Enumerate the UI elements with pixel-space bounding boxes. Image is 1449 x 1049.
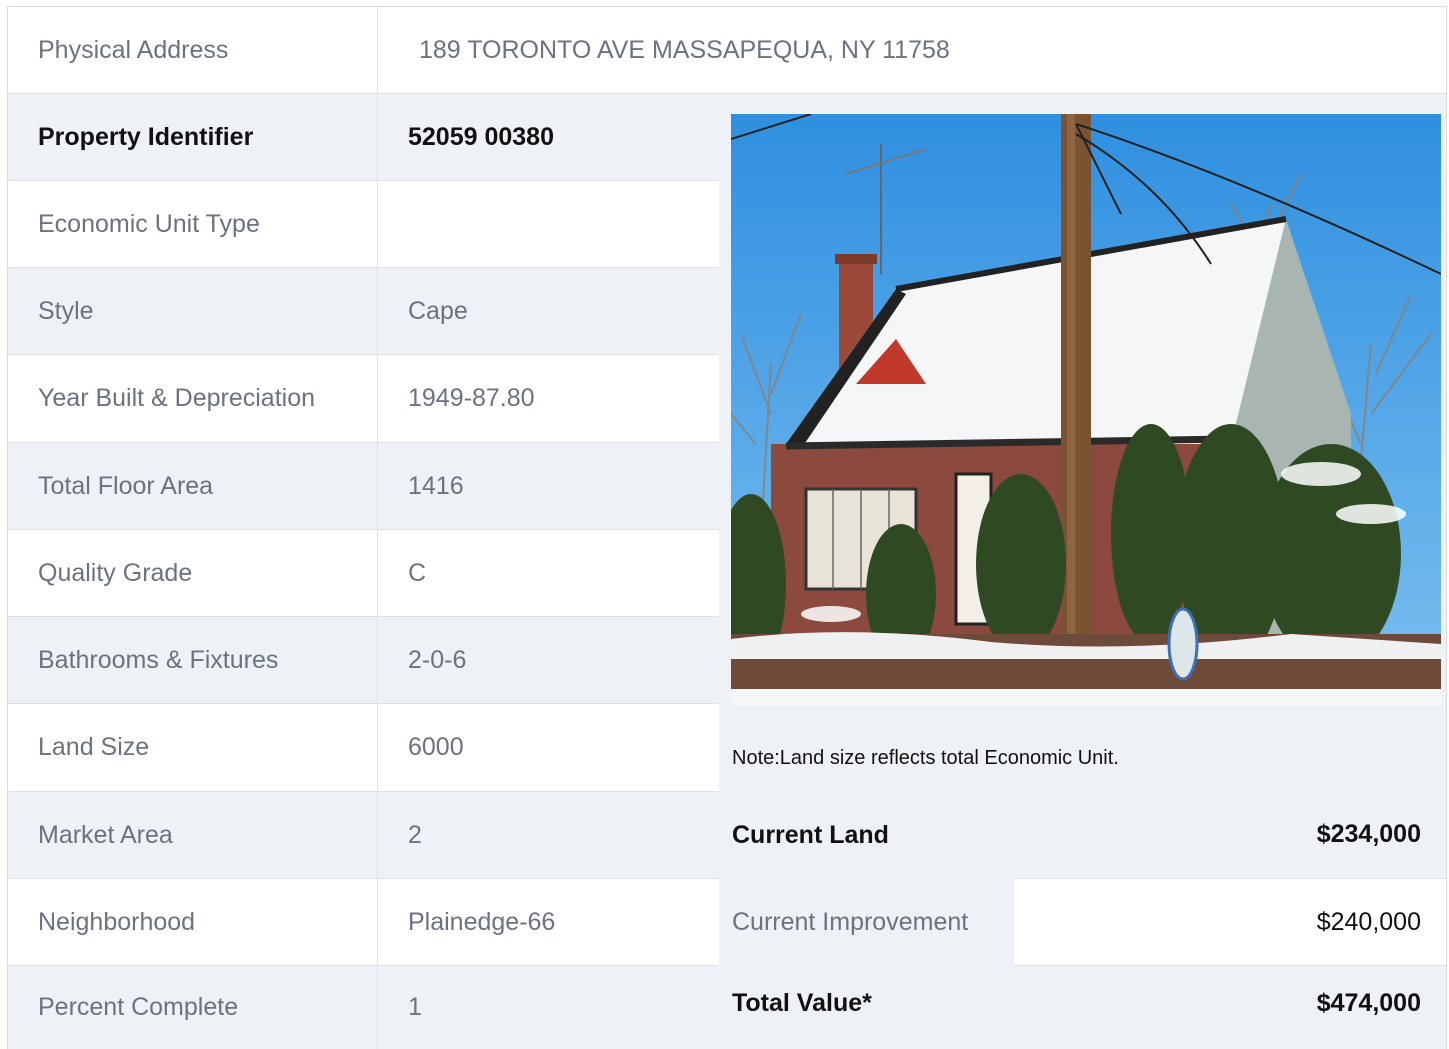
bathrooms-label: Bathrooms & Fixtures [8,617,378,704]
current-improvement-label: Current Improvement [732,908,969,936]
property-identifier-label: Property Identifier [8,94,378,181]
physical-address-label: Physical Address [8,7,378,94]
current-land-label: Current Land [732,820,889,849]
total-floor-area-label: Total Floor Area [8,443,378,530]
percent-complete-label: Percent Complete [8,966,378,1049]
market-area-label: Market Area [8,792,378,879]
total-floor-area-value: 1416 [378,443,719,530]
neighborhood-value: Plainedge-66 [378,879,719,966]
economic-unit-type-label: Economic Unit Type [8,181,378,268]
year-built-value: 1949-87.80 [378,355,719,443]
economic-unit-type-value [378,181,719,268]
year-built-label: Year Built & Depreciation [8,355,378,443]
percent-complete-value: 1 [378,966,719,1049]
property-photo [731,114,1441,706]
quality-grade-value: C [378,530,719,617]
style-label: Style [8,268,378,355]
physical-address-value: 189 TORONTO AVE MASSAPEQUA, NY 11758 [378,7,1446,94]
current-land-value: $234,000 [1014,791,1446,879]
style-value: Cape [378,268,719,355]
property-identifier-value: 52059 00380 [378,94,719,181]
bathrooms-value: 2-0-6 [378,617,719,704]
quality-grade-label: Quality Grade [8,530,378,617]
total-value-value: $474,000 [1316,989,1421,1017]
land-size-note: Note:Land size reflects total Economic U… [732,747,1119,769]
market-area-value: 2 [378,792,719,879]
land-size-value: 6000 [378,704,719,792]
land-size-label: Land Size [8,704,378,792]
total-value-label: Total Value* [732,989,872,1017]
current-improvement-value: $240,000 [1014,879,1446,966]
neighborhood-label: Neighborhood [8,879,378,966]
